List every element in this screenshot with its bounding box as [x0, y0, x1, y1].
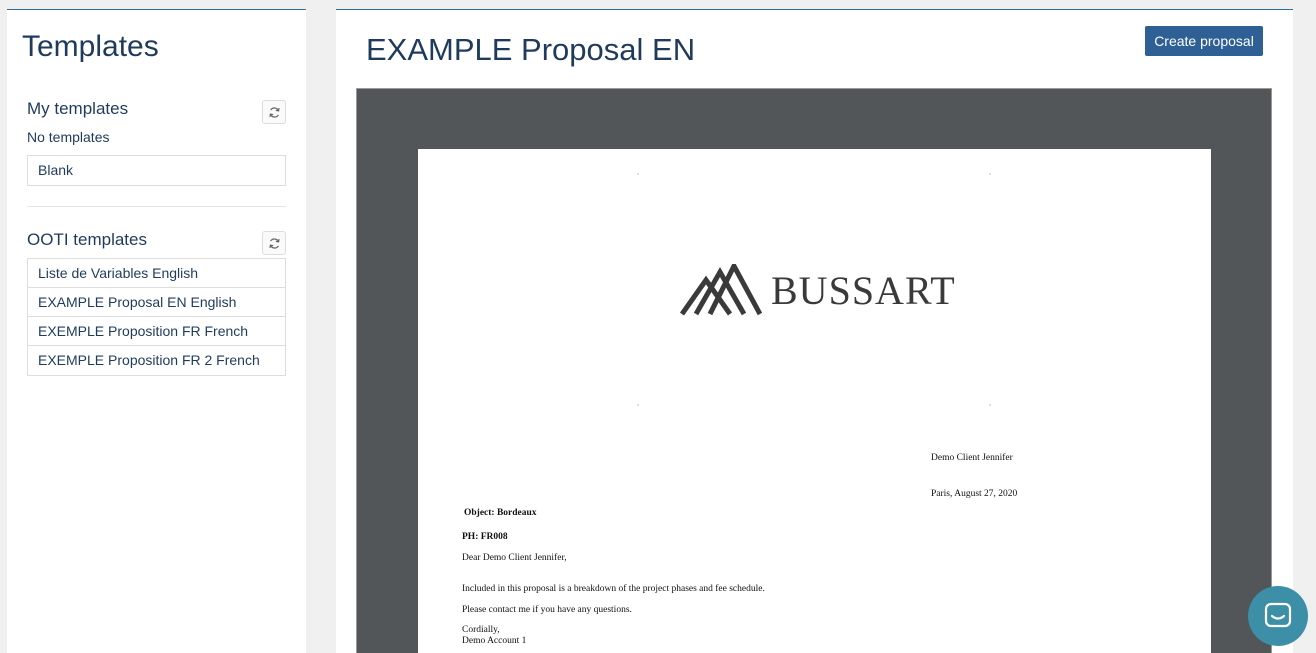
templates-sidebar: Templates My templates No templates Blan…: [7, 9, 306, 653]
closing-line: Cordially,: [462, 625, 500, 635]
my-templates-list: Blank: [27, 155, 286, 186]
recipient-name: Demo Client Jennifer: [931, 453, 1013, 463]
object-line: Object: Bordeaux: [464, 508, 537, 518]
document-viewer[interactable]: BUSSART Demo Client Jennifer Paris, Augu…: [356, 88, 1272, 653]
template-title: EXAMPLE Proposal EN: [366, 32, 696, 67]
ooti-templates-title: OOTI templates: [27, 230, 147, 249]
chat-icon: [1264, 602, 1292, 628]
template-preview-panel: EXAMPLE Proposal EN Create proposal BUSS…: [336, 9, 1293, 653]
refresh-icon: [268, 237, 280, 249]
signature-line: Demo Account 1: [462, 636, 527, 646]
logo-mark-icon: [680, 264, 762, 316]
template-item[interactable]: Liste de Variables English: [28, 259, 285, 288]
logo-text: BUSSART: [771, 267, 956, 313]
company-logo: BUSSART: [680, 264, 956, 316]
greeting-line: Dear Demo Client Jennifer,: [462, 553, 567, 563]
my-templates-refresh-button[interactable]: [262, 100, 286, 124]
document-page: BUSSART Demo Client Jennifer Paris, Augu…: [418, 149, 1211, 653]
page-mark: [989, 173, 991, 175]
sidebar-title: Templates: [22, 30, 159, 63]
template-item-blank[interactable]: Blank: [28, 156, 285, 185]
template-item[interactable]: EXEMPLE Proposition FR 2 French: [28, 346, 285, 375]
my-templates-title: My templates: [27, 99, 129, 118]
page-mark: [637, 173, 639, 175]
chat-launcher-button[interactable]: [1248, 586, 1308, 646]
refresh-icon: [268, 106, 280, 118]
no-templates-text: No templates: [27, 129, 110, 145]
template-item[interactable]: EXAMPLE Proposal EN English: [28, 288, 285, 317]
ph-line: PH: FR008: [462, 532, 508, 542]
page-mark: [989, 404, 991, 406]
ooti-templates-list: Liste de Variables English EXAMPLE Propo…: [27, 258, 286, 376]
date-line: Paris, August 27, 2020: [931, 489, 1018, 499]
ooti-templates-refresh-button[interactable]: [262, 231, 286, 255]
page-mark: [637, 404, 639, 406]
template-item[interactable]: EXEMPLE Proposition FR French: [28, 317, 285, 346]
create-proposal-button[interactable]: Create proposal: [1145, 26, 1263, 56]
body-line: Included in this proposal is a breakdown…: [462, 584, 765, 594]
section-divider: [27, 206, 286, 207]
body-line: Please contact me if you have any questi…: [462, 605, 632, 615]
